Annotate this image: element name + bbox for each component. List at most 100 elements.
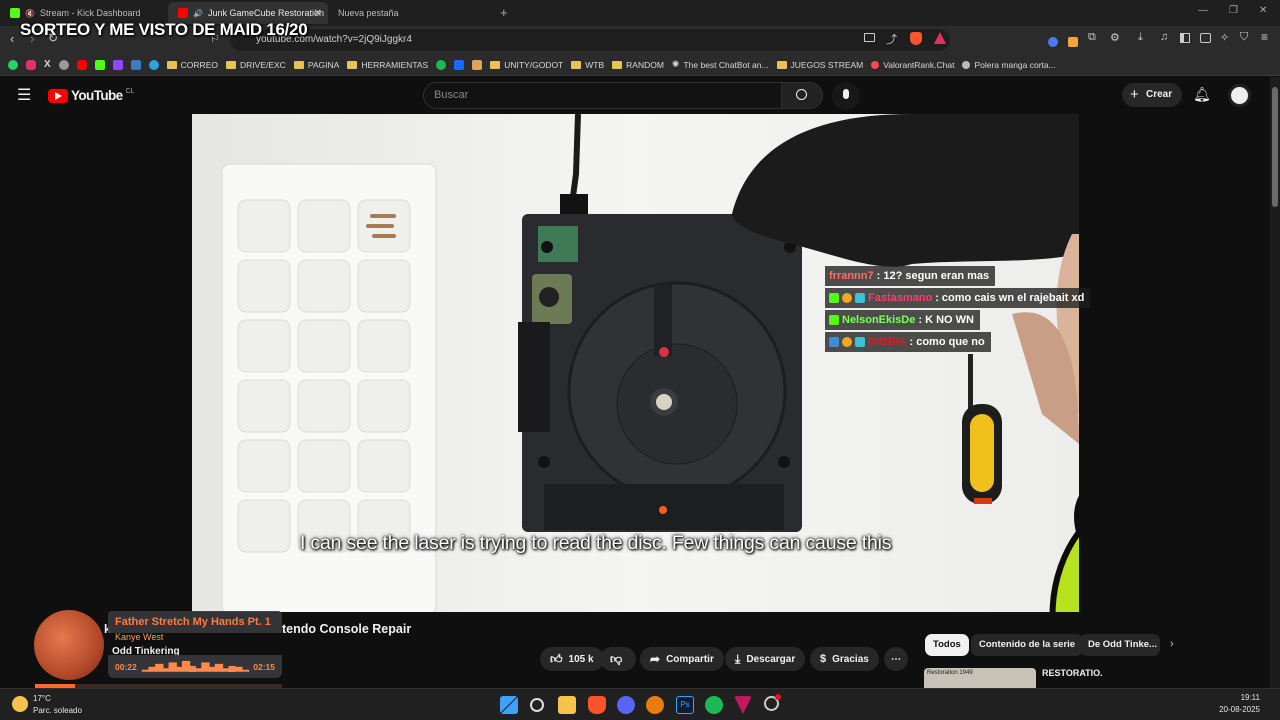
new-tab-icon[interactable]: +	[500, 5, 508, 20]
search-taskbar-icon[interactable]	[530, 698, 544, 712]
more-actions-button[interactable]: ⋯	[884, 647, 908, 671]
sub-badge-icon	[855, 337, 865, 347]
chip-channel[interactable]: De Odd Tinke...	[1080, 634, 1160, 656]
bookmark-folder-pagina[interactable]: PAGINA	[293, 60, 339, 70]
twitch-icon[interactable]	[112, 59, 123, 70]
folder-icon	[293, 60, 304, 69]
minimize-icon[interactable]: —	[1198, 5, 1208, 16]
kick-bookmark-icon[interactable]	[94, 59, 105, 70]
close-tab-icon[interactable]: ✕	[314, 8, 322, 19]
youtube-icon	[178, 8, 188, 18]
folder-icon	[776, 60, 787, 69]
stream-overlay-title: SORTEO Y ME VISTO DE MAID 16/20	[20, 20, 308, 39]
mute-icon: 🔇	[25, 8, 35, 18]
settings-icon[interactable]: ⚙	[1110, 31, 1120, 44]
gamecube-console	[518, 214, 802, 532]
apple-icon[interactable]	[58, 59, 69, 70]
extensions-icon[interactable]: ⧉	[1088, 31, 1096, 44]
system-clock[interactable]: 19:11 20-08-2025	[1219, 692, 1260, 716]
thanks-button[interactable]: $ Gracias	[810, 647, 879, 671]
brave-taskbar-icon[interactable]	[588, 696, 606, 714]
page-scrollbar[interactable]	[1270, 77, 1280, 688]
voice-search-button[interactable]	[832, 82, 860, 110]
weather-icon[interactable]	[12, 696, 28, 712]
notifications-bell-icon[interactable]: 🔔︎	[1193, 86, 1211, 103]
bookmarks-bar: X CORREO DRIVE/EXC PAGINA HERRAMIENTAS U…	[0, 54, 1280, 76]
discord-icon[interactable]	[617, 696, 635, 714]
song-title: Father Stretch My Hands Pt. 1	[108, 611, 282, 633]
chip-all[interactable]: Todos	[925, 634, 969, 656]
close-window-icon[interactable]: ✕	[1259, 5, 1267, 16]
download-icon[interactable]: ⤓	[1138, 31, 1143, 44]
cast-icon[interactable]	[864, 33, 875, 42]
extension-orange-icon[interactable]	[1068, 34, 1078, 52]
share-icon[interactable]: ⤴	[886, 31, 897, 47]
chips-next-icon[interactable]: ›	[1170, 638, 1174, 650]
tab-label: Stream - Kick Dashboard	[39, 8, 141, 18]
search-input[interactable]: Buscar	[423, 82, 783, 109]
create-button[interactable]: + Crear	[1122, 83, 1182, 107]
x-icon[interactable]: X	[44, 59, 51, 70]
dislike-button[interactable]: 👎︎	[600, 647, 636, 671]
bookmark-folder-herramientas[interactable]: HERRAMIENTAS	[347, 60, 428, 70]
bookmark-folder-wtb[interactable]: WTB	[571, 60, 604, 70]
chip-series[interactable]: Contenido de la serie	[971, 634, 1084, 656]
hamburger-menu-icon[interactable]: ☰	[17, 85, 31, 105]
weather-widget[interactable]: 17°C Parc. soleado	[33, 693, 82, 717]
spotify-bookmark-icon[interactable]	[436, 59, 447, 70]
instagram-icon[interactable]	[26, 59, 36, 70]
url-input[interactable]: youtube.com/watch?v=2jQ9iJggkr4	[230, 29, 950, 51]
file-explorer-icon[interactable]	[558, 696, 576, 714]
folder-icon	[571, 60, 582, 69]
youtube-header: ☰ YouTube CL Buscar + Crear 🔔︎	[0, 77, 1270, 114]
tab-new[interactable]: Nueva pestaña	[328, 2, 488, 24]
app-icon[interactable]	[734, 696, 752, 714]
sidebar-icon[interactable]	[1180, 33, 1190, 43]
restore-icon[interactable]: ❐	[1229, 5, 1238, 16]
behance-icon[interactable]	[454, 59, 465, 70]
stream-mascot	[1049, 496, 1079, 612]
telegram-icon[interactable]	[148, 59, 159, 70]
youtube-bookmark-icon[interactable]	[76, 59, 87, 70]
bookmark-folder-correo[interactable]: CORREO	[166, 60, 218, 70]
chat-message: DIOBIA : como que no	[825, 332, 991, 352]
bookmark-orange-icon[interactable]	[472, 59, 483, 70]
youtube-logo[interactable]: YouTube CL	[48, 88, 135, 103]
windows-start-icon[interactable]	[500, 696, 518, 714]
vip-badge-icon	[829, 315, 839, 325]
bookmark-valorant[interactable]: ValorantRank.Chat	[871, 60, 954, 70]
bookmark-folder-juegos[interactable]: JUEGOS STREAM	[776, 60, 863, 70]
bookmark-folder-unity[interactable]: UNITY/GODOT	[490, 60, 563, 70]
menu-icon[interactable]: ≡	[1261, 30, 1268, 44]
share-button[interactable]: ➦ Compartir	[640, 647, 724, 671]
back-icon[interactable]: ‹	[10, 31, 14, 46]
bookmark-polera[interactable]: Polera manga corta...	[962, 60, 1056, 70]
dollar-icon: $	[820, 653, 827, 665]
leo-ai-icon[interactable]: ✧	[1220, 31, 1229, 44]
valorant-icon	[871, 60, 880, 69]
music-icon[interactable]: ♫	[1160, 31, 1168, 43]
extension-google-icon[interactable]	[1048, 34, 1058, 52]
search-button[interactable]	[781, 82, 823, 109]
paypal-icon[interactable]	[130, 59, 141, 70]
vpn-shield-icon[interactable]: ⛉	[1240, 31, 1248, 44]
whatsapp-icon[interactable]	[8, 59, 18, 70]
waveform-icon: ▁▃▅▂▆▃▇▄▂▆▃▅▂▄▃▁	[142, 661, 249, 672]
clock-date: 20-08-2025	[1219, 705, 1260, 714]
bookmark-chatbot[interactable]: ✺ The best ChatBot an...	[672, 59, 769, 70]
blender-icon[interactable]	[646, 696, 664, 714]
spotify-icon[interactable]	[705, 696, 723, 714]
download-button[interactable]: ⤓ Descargar	[725, 647, 806, 671]
account-avatar[interactable]	[1228, 84, 1251, 107]
folder-icon	[225, 60, 236, 69]
brave-shield-icon[interactable]	[910, 32, 922, 45]
related-video-thumbnail[interactable]: Restoration 1949	[924, 668, 1036, 688]
bookmark-folder-random[interactable]: RANDOM	[612, 60, 664, 70]
related-video-title[interactable]: RESTORATIO... TYPEWRIT...	[1042, 668, 1102, 678]
photoshop-icon[interactable]: Ps	[676, 696, 694, 714]
wallet-icon[interactable]	[1200, 33, 1211, 43]
search-placeholder: Buscar	[434, 89, 469, 101]
scroll-thumb[interactable]	[1272, 87, 1278, 207]
like-button[interactable]: 👍︎ 105 k	[540, 647, 604, 671]
bookmark-folder-drive[interactable]: DRIVE/EXC	[225, 60, 286, 70]
